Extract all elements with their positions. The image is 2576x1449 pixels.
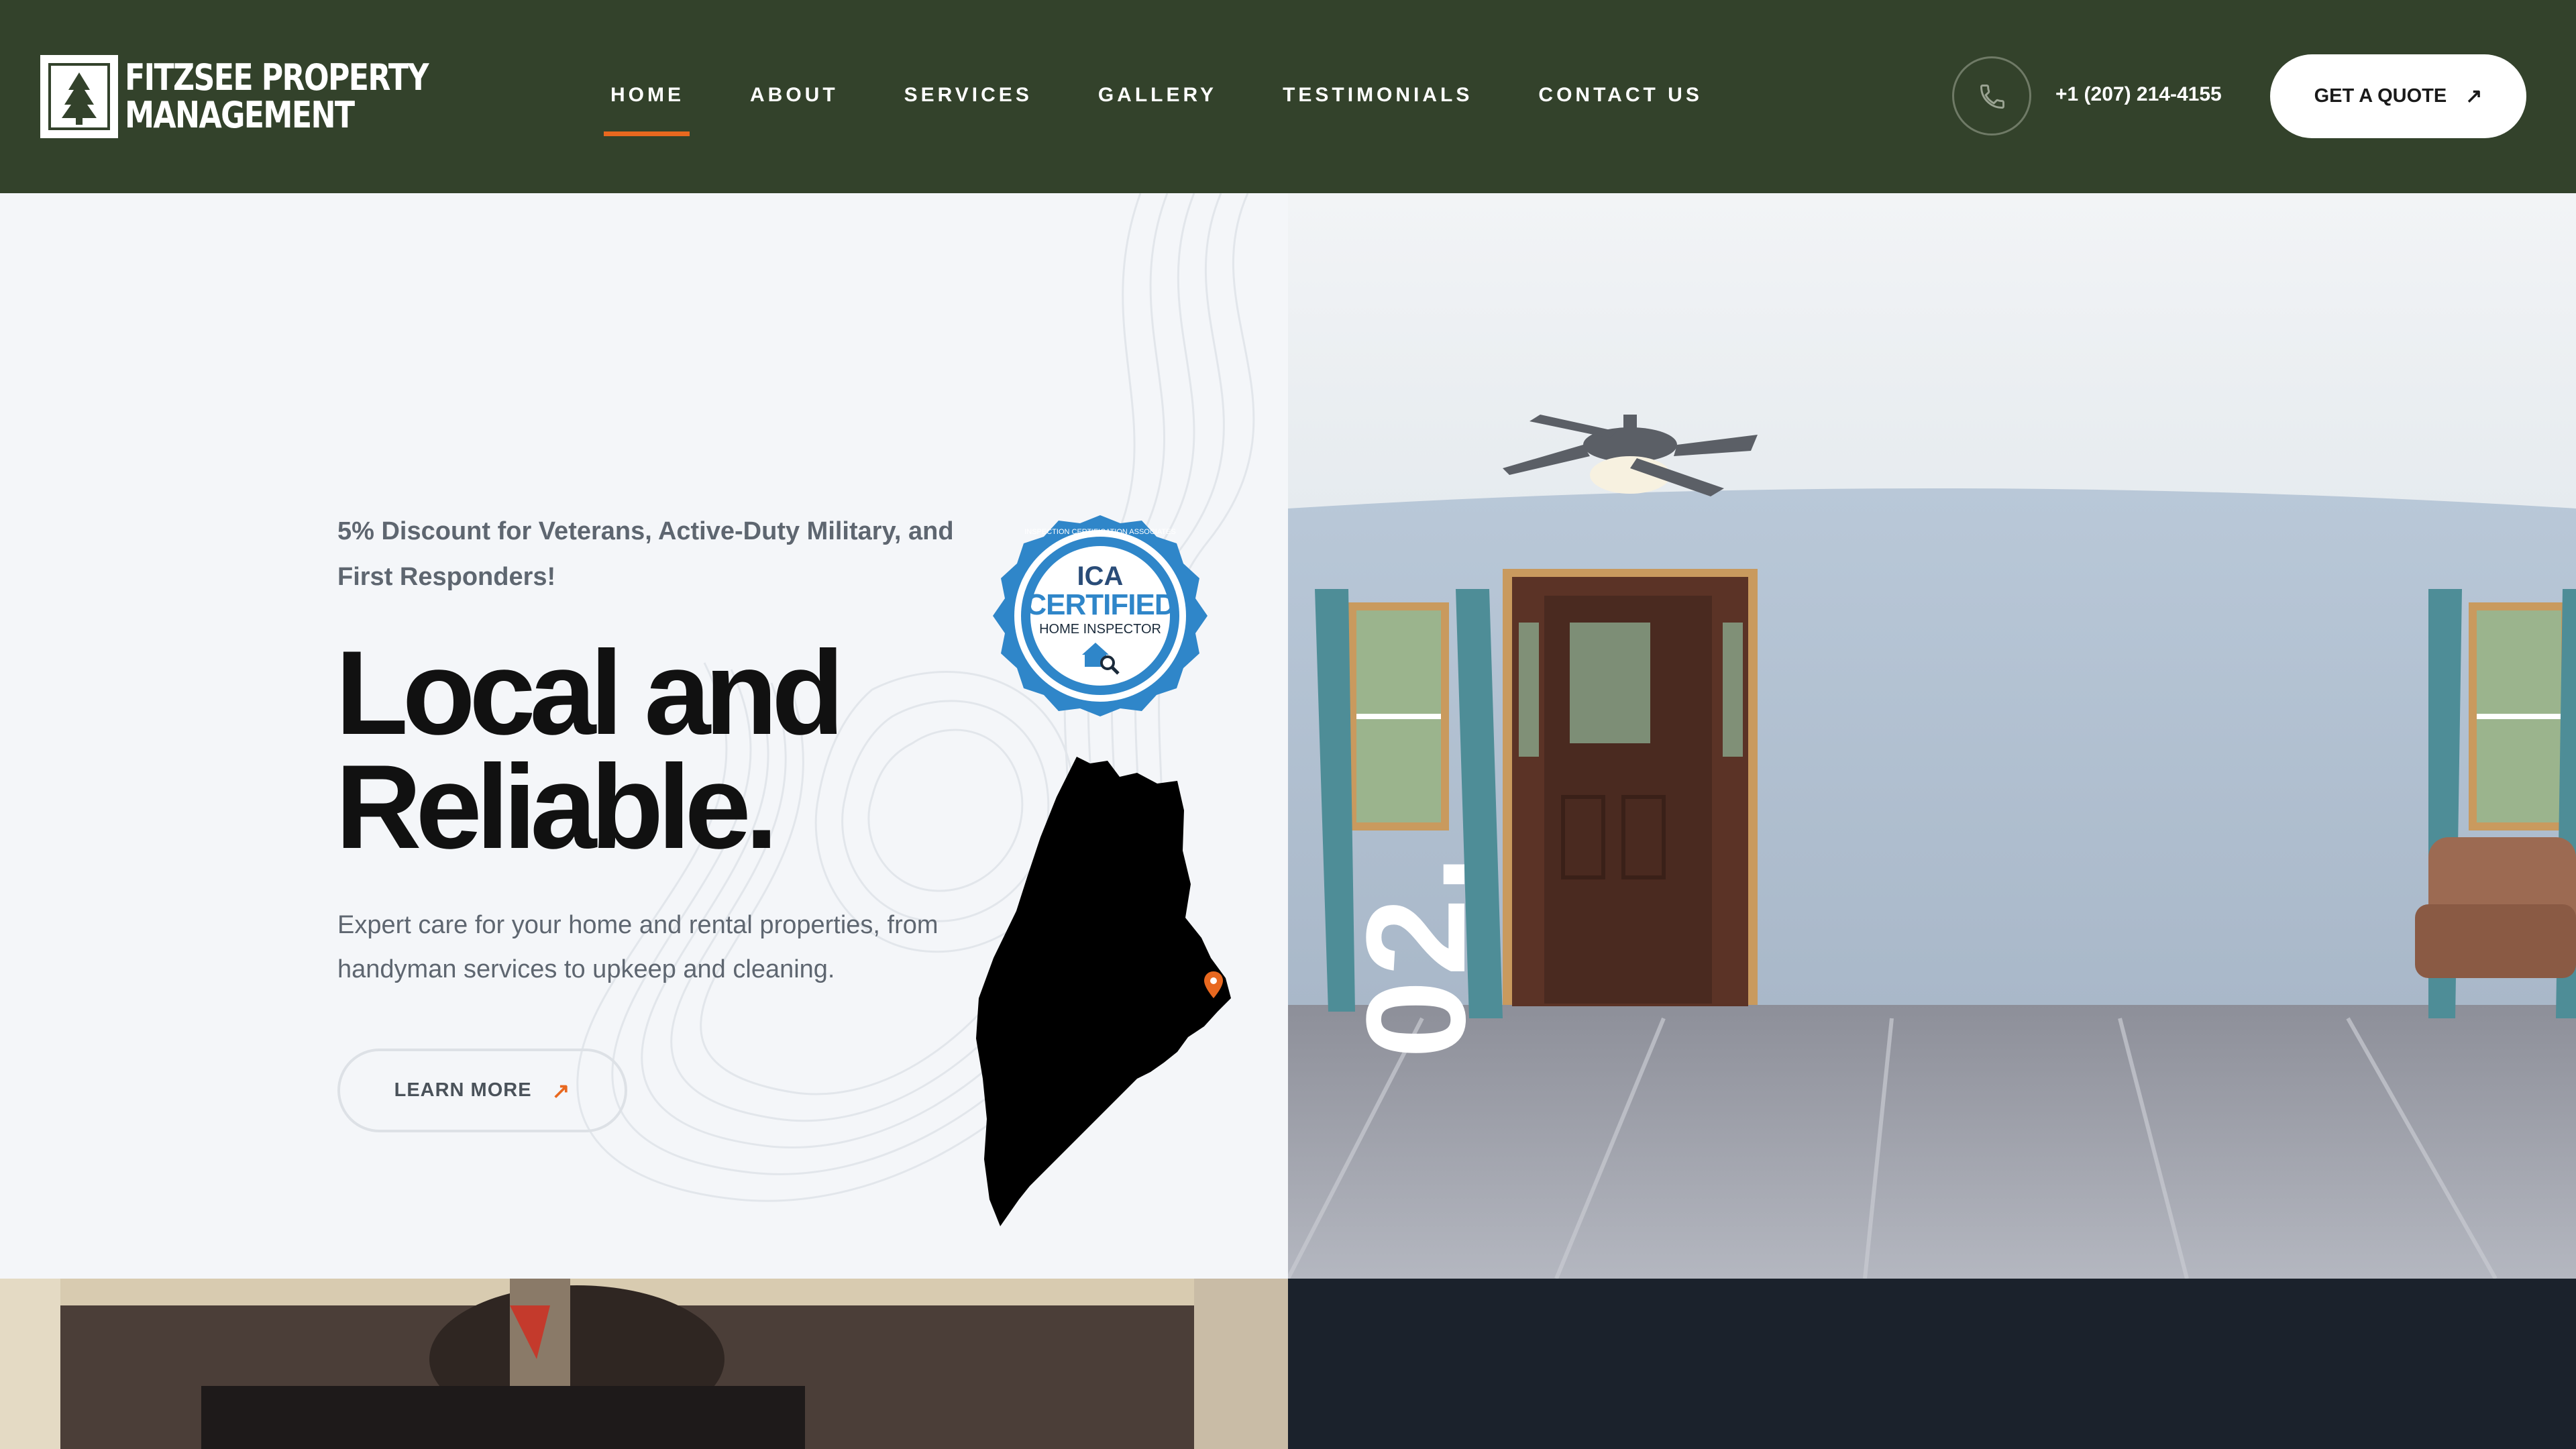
dark-section-panel [1288,1279,2576,1449]
learn-more-button[interactable]: LEARN MORE ↗ [337,1049,627,1132]
phone-number-link[interactable]: +1 (207) 214-4155 [2055,83,2222,106]
window-right [2469,602,2569,830]
maine-map-silhouette [976,757,1231,1226]
services-preview-image [0,1279,1288,1449]
nav-contact-us[interactable]: CONTACT US [1538,80,1702,110]
hero-content-panel: 5% Discount for Veterans, Active-Duty Mi… [0,193,1288,1279]
brand-name-line1: FITZSEE PROPERTY [125,56,429,99]
site-header: FITZSEE PROPERTY MANAGEMENT HOME ABOUT S… [0,0,2576,193]
main-nav: HOME ABOUT SERVICES GALLERY TESTIMONIALS… [604,80,1768,136]
get-a-quote-button[interactable]: GET A QUOTE ↗ [2270,54,2526,138]
badge-brand: ICA [1077,561,1124,591]
slide-number: 02. [1337,851,1495,1059]
living-room-photo [1288,193,2576,1279]
phone-icon [1980,85,2004,109]
arrow-up-right-icon: ↗ [2465,85,2483,107]
ica-certified-badge: INSPECTION CERTIFICATION ASSOCIATES ICA … [993,515,1208,716]
armchair [2415,837,2576,978]
arrow-up-right-icon: ↗ [551,1078,571,1103]
hero-headline-line2: Reliable. [335,740,778,873]
handyman-work-photo [0,1279,1288,1449]
hero-image-living-room: 02. [1288,193,2576,1279]
badge-subtitle: HOME INSPECTOR [1039,622,1161,637]
front-door [1503,569,1758,1006]
brand-logo[interactable]: FITZSEE PROPERTY MANAGEMENT [40,55,494,138]
nav-services[interactable]: SERVICES [904,80,1032,110]
hero-description: Expert care for your home and rental pro… [337,911,938,983]
badge-ring-text: INSPECTION CERTIFICATION ASSOCIATES [1024,528,1176,536]
veteran-discount-text: 5% Discount for Veterans, Active-Duty Mi… [337,517,954,591]
brand-name-line2: MANAGEMENT [125,94,355,136]
pine-tree-logo-icon [40,55,118,138]
phone-button[interactable] [1952,56,2031,136]
nav-gallery[interactable]: GALLERY [1098,80,1217,110]
window-left [1348,602,1449,830]
nav-about[interactable]: ABOUT [750,80,839,110]
hero-headline-line1: Local and [335,626,845,759]
brand-name: FITZSEE PROPERTY MANAGEMENT [125,56,429,136]
nav-home[interactable]: HOME [604,80,690,136]
badge-title: CERTIFIED [1025,588,1175,621]
nav-testimonials[interactable]: TESTIMONIALS [1283,80,1472,110]
hero-headline: Local and Reliable. [335,626,845,873]
learn-more-label: LEARN MORE [394,1079,532,1101]
get-a-quote-label: GET A QUOTE [2314,85,2447,107]
